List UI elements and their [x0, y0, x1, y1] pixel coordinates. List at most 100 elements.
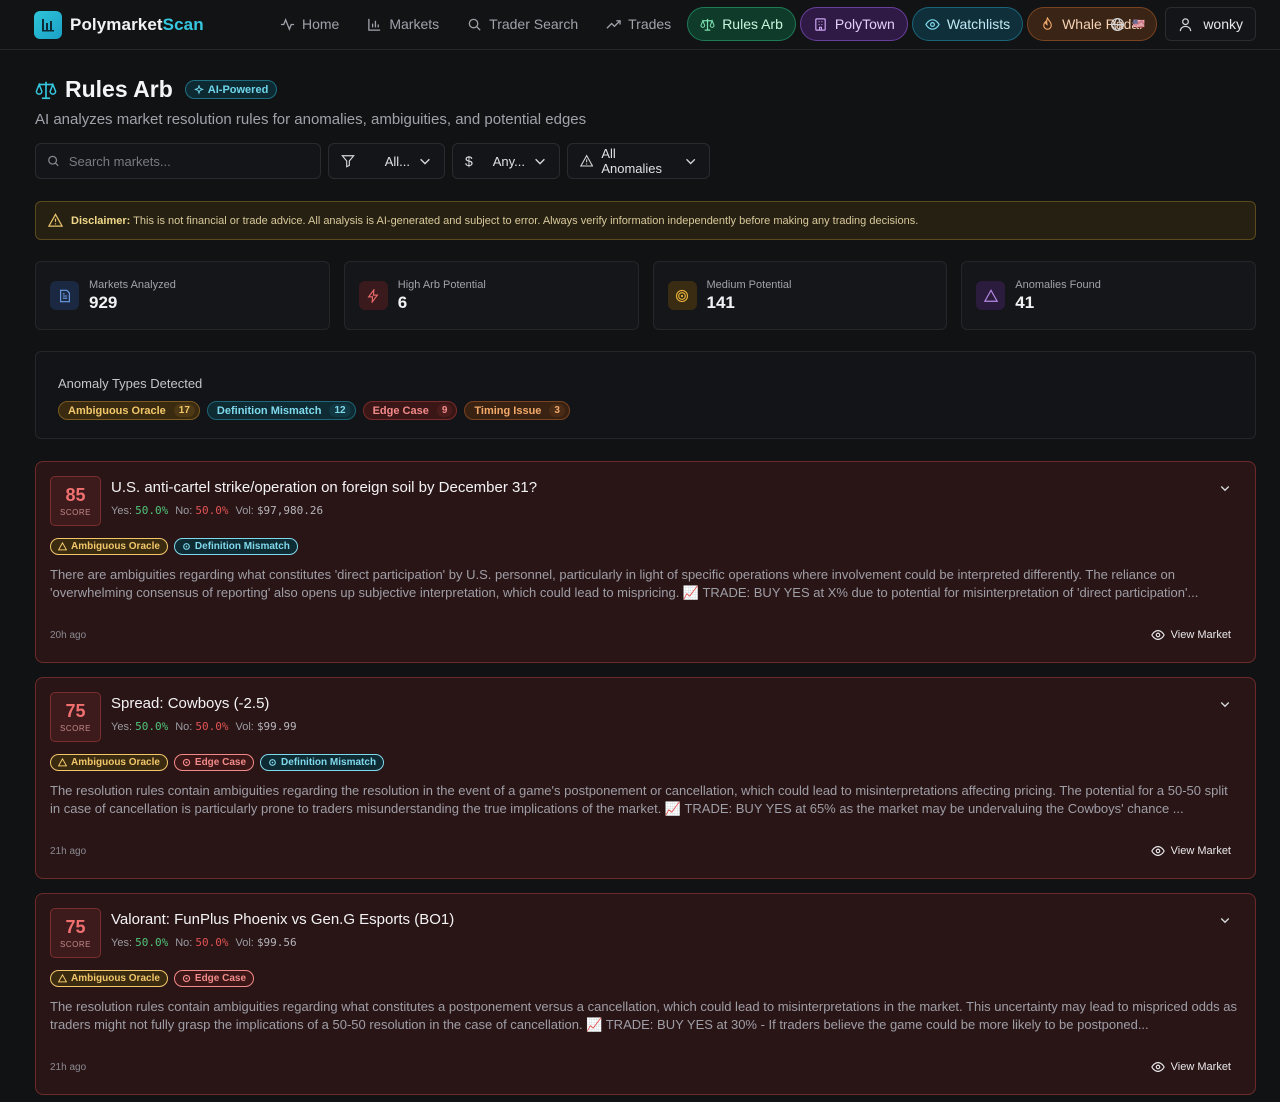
nav-markets[interactable]: Markets — [355, 7, 451, 41]
disclaimer-label: Disclaimer: — [71, 214, 131, 227]
eye-icon — [1150, 630, 1165, 640]
anomaly-type-ambiguous-oracle[interactable]: Ambiguous Oracle 17 — [58, 401, 200, 420]
market-analysis: There are ambiguities regarding what con… — [50, 567, 1199, 600]
bar-chart-icon — [368, 18, 381, 31]
stat-label: Medium Potential — [706, 278, 792, 291]
market-card[interactable]: 75 SCORE Valorant: FunPlus Phoenix vs Ge… — [35, 893, 1256, 1095]
view-market-label: View Market — [1170, 845, 1231, 857]
stat-label: Markets Analyzed — [89, 278, 176, 291]
tag-label: Edge Case — [194, 973, 247, 984]
anomaly-filter-select[interactable]: All Anomalies — [567, 143, 710, 179]
stat-anomalies-found: Anomalies Found 41 — [961, 261, 1256, 330]
search-input[interactable] — [68, 153, 309, 169]
stat-markets-analyzed: Markets Analyzed 929 — [35, 261, 330, 330]
nav-trader-search-label: Trader Search — [489, 16, 579, 32]
ai-badge-label: AI-Powered — [207, 83, 269, 96]
arb-score: 75 SCORE — [50, 908, 101, 958]
gear-icon — [183, 543, 190, 550]
arb-score: 85 SCORE — [50, 476, 101, 526]
view-market-button[interactable]: View Market — [1150, 628, 1231, 642]
sparkles-icon — [193, 84, 204, 94]
view-market-label: View Market — [1170, 629, 1231, 641]
chevron-down-icon[interactable] — [1219, 698, 1231, 710]
anomaly-type-definition-mismatch[interactable]: Definition Mismatch 12 — [206, 401, 356, 420]
no-label: No: — [175, 505, 193, 517]
user-menu-button[interactable]: wonky — [1165, 7, 1256, 41]
page-title: Rules Arb — [65, 76, 173, 102]
language-switcher[interactable]: 🇺🇸 — [1110, 17, 1145, 32]
nav-polytown[interactable]: PolyTown — [799, 7, 908, 41]
eye-icon — [1150, 1062, 1165, 1072]
yes-price: 50.0% — [135, 720, 169, 733]
brand[interactable]: PolymarketScan — [34, 10, 274, 39]
view-market-button[interactable]: View Market — [1150, 1060, 1231, 1074]
activity-icon — [280, 17, 295, 31]
nav-trader-search[interactable]: Trader Search — [455, 7, 590, 41]
tag-edge-case: Edge Case — [173, 970, 255, 987]
chevron-down-icon[interactable] — [1219, 482, 1231, 494]
score-label: SCORE — [60, 508, 91, 517]
volume-value: $99.56 — [256, 936, 297, 949]
stat-medium-potential: Medium Potential 141 — [652, 261, 948, 330]
stat-label: Anomalies Found — [1015, 278, 1101, 291]
eye-icon — [1150, 846, 1165, 856]
search-box — [35, 143, 321, 179]
nav-trades[interactable]: Trades — [594, 7, 683, 41]
market-card[interactable]: 75 SCORE Spread: Cowboys (-2.5) Yes: 50.… — [35, 677, 1256, 879]
anomaly-type-timing-issue[interactable]: Timing Issue 3 — [464, 401, 570, 420]
yes-label: Yes: — [111, 505, 133, 517]
volume-filter-select[interactable]: $ Any... — [452, 143, 560, 179]
no-label: No: — [175, 721, 193, 733]
tag-definition-mismatch: Definition Mismatch — [173, 538, 298, 555]
tag-label: Timing Issue — [474, 404, 542, 417]
market-card[interactable]: 85 SCORE U.S. anti-cartel strike/operati… — [35, 461, 1256, 663]
tag-label: Ambiguous Oracle — [71, 757, 160, 768]
stat-label: High Arb Potential — [397, 278, 486, 291]
no-price: 50.0% — [195, 504, 229, 517]
nav-trades-label: Trades — [628, 16, 672, 32]
alert-triangle-icon — [58, 542, 67, 551]
score-label: SCORE — [60, 940, 91, 949]
tag-count: 17 — [173, 404, 195, 417]
zap-icon — [358, 281, 388, 310]
tag-edge-case: Edge Case — [173, 754, 255, 771]
market-title[interactable]: Spread: Cowboys (-2.5) — [111, 695, 1241, 712]
tag-label: Ambiguous Oracle — [68, 404, 166, 417]
chevron-down-icon[interactable] — [1219, 914, 1231, 926]
yes-label: Yes: — [111, 721, 133, 733]
score-value: 75 — [65, 917, 86, 937]
category-filter-select[interactable]: All... — [328, 143, 445, 179]
anomaly-type-edge-case[interactable]: Edge Case 9 — [362, 401, 458, 420]
score-label: SCORE — [60, 724, 91, 733]
globe-icon — [1110, 17, 1124, 31]
score-value: 85 — [65, 485, 86, 505]
document-icon — [50, 281, 79, 310]
tag-label: Definition Mismatch — [216, 404, 322, 417]
stat-value: 6 — [397, 292, 408, 312]
user-icon — [1180, 17, 1192, 31]
target-icon — [667, 281, 697, 310]
market-analysis: The resolution rules contain ambiguities… — [50, 783, 1228, 816]
tag-label: Ambiguous Oracle — [71, 541, 160, 552]
stat-value: 41 — [1015, 292, 1035, 312]
top-nav: PolymarketScan Home Markets Trader Searc… — [0, 0, 1280, 50]
brand-name: PolymarketScan — [70, 14, 204, 34]
flag-icon: 🇺🇸 — [1132, 18, 1146, 30]
chevron-down-icon — [535, 158, 545, 165]
chevron-down-icon — [685, 158, 695, 165]
stat-value: 141 — [706, 292, 735, 312]
nav-rules-arb[interactable]: Rules Arb — [687, 7, 796, 41]
volume-filter-value: Any... — [492, 153, 525, 169]
nav-home[interactable]: Home — [268, 7, 351, 41]
chevron-down-icon — [420, 158, 430, 165]
tag-label: Definition Mismatch — [194, 541, 290, 552]
market-title[interactable]: Valorant: FunPlus Phoenix vs Gen.G Espor… — [111, 911, 1241, 928]
disclaimer-banner: Disclaimer: This is not financial or tra… — [35, 201, 1256, 240]
view-market-button[interactable]: View Market — [1150, 844, 1231, 858]
flame-icon — [1043, 16, 1052, 30]
trending-up-icon — [606, 19, 621, 29]
vol-label: Vol: — [235, 505, 254, 517]
anomaly-types-title: Anomaly Types Detected — [58, 376, 203, 391]
nav-watchlists[interactable]: Watchlists — [911, 7, 1024, 41]
market-title[interactable]: U.S. anti-cartel strike/operation on for… — [111, 479, 1241, 496]
